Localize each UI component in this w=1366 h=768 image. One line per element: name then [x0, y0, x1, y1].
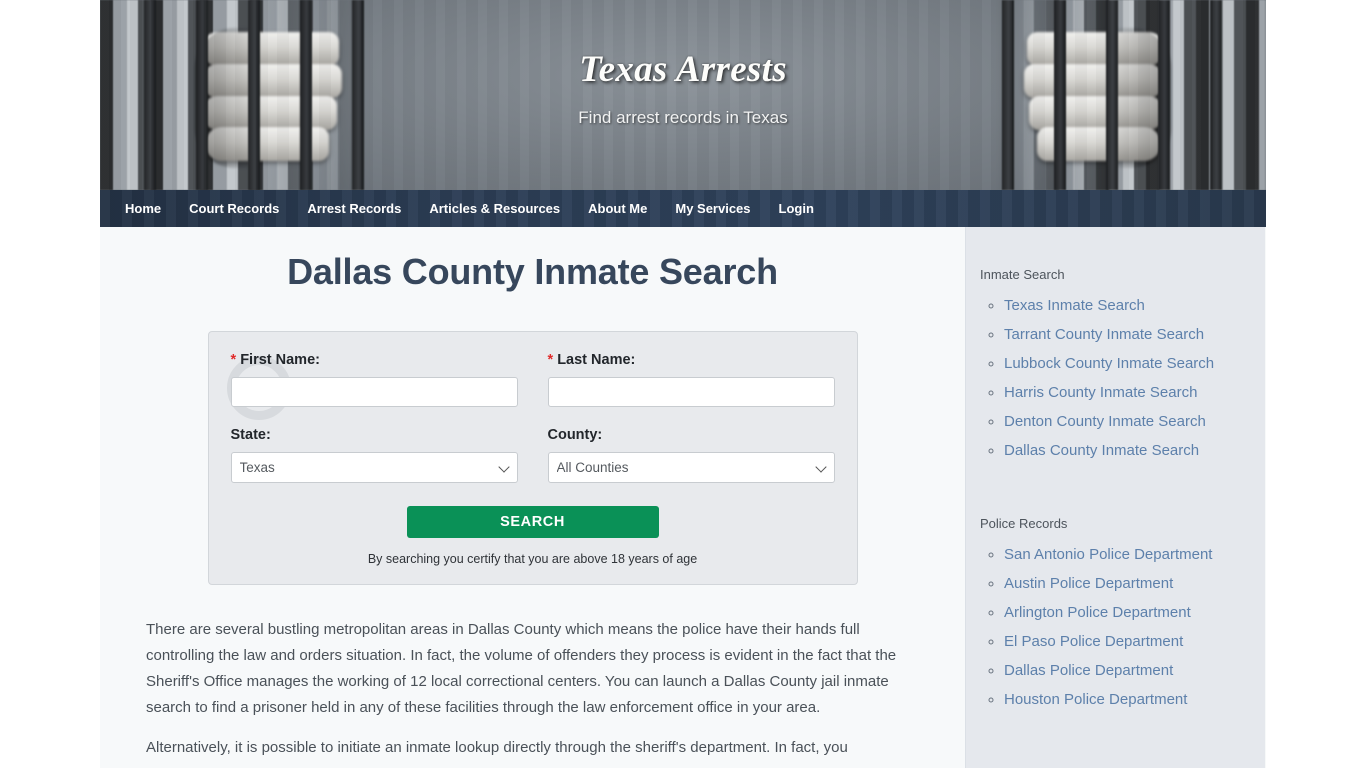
- inmate-search-form: * First Name: * Last Name: State: Texas …: [207, 331, 858, 585]
- list-item[interactable]: Dallas County Inmate Search: [1004, 439, 1251, 462]
- first-name-input[interactable]: [230, 377, 518, 407]
- nav-link-my-services[interactable]: My Services: [661, 190, 764, 227]
- nav-link-articles-resources[interactable]: Articles & Resources: [415, 190, 574, 227]
- page-container: Texas Arrests Find arrest records in Tex…: [100, 0, 1266, 768]
- sidebar-heading-inmate-search: Inmate Search: [980, 267, 1065, 282]
- main-navigation: Home Court Records Arrest Records Articl…: [100, 190, 1266, 227]
- nav-link-about-me[interactable]: About Me: [574, 190, 661, 227]
- list-item[interactable]: Lubbock County Inmate Search: [1004, 352, 1251, 375]
- list-item[interactable]: El Paso Police Department: [1004, 630, 1251, 653]
- sidebar-heading-police-records: Police Records: [980, 516, 1068, 531]
- sidebar-link-dallas-police-department[interactable]: Dallas Police Department: [1004, 662, 1173, 679]
- last-name-group: * Last Name:: [547, 352, 835, 407]
- body-wrapper: Dallas County Inmate Search * First Name…: [100, 227, 1266, 768]
- county-label: County:: [547, 427, 603, 443]
- name-fields-row: * First Name: * Last Name:: [230, 352, 835, 407]
- nav-link-home[interactable]: Home: [111, 190, 175, 227]
- nav-item-court-records[interactable]: Court Records: [175, 190, 293, 227]
- list-item[interactable]: Texas Inmate Search: [1004, 294, 1251, 317]
- last-name-label: * Last Name:: [548, 352, 835, 368]
- list-item[interactable]: Tarrant County Inmate Search: [1004, 323, 1251, 346]
- site-banner: Texas Arrests Find arrest records in Tex…: [100, 0, 1266, 190]
- list-item[interactable]: Harris County Inmate Search: [1004, 381, 1251, 404]
- list-item[interactable]: Dallas Police Department: [1004, 659, 1251, 682]
- article-body: There are several bustling metropolitan …: [100, 617, 965, 761]
- last-name-input[interactable]: [547, 377, 835, 407]
- nav-item-articles-resources[interactable]: Articles & Resources: [415, 190, 574, 227]
- nav-link-court-records[interactable]: Court Records: [175, 190, 293, 227]
- state-group: State: Texas: [230, 427, 518, 483]
- list-item[interactable]: Denton County Inmate Search: [1004, 410, 1251, 433]
- first-name-label-text: First Name:: [240, 352, 320, 368]
- submit-row: SEARCH: [231, 506, 835, 538]
- article-paragraph-1: There are several bustling metropolitan …: [146, 621, 897, 716]
- sidebar-link-san-antonio-police-department[interactable]: San Antonio Police Department: [1004, 546, 1212, 563]
- sidebar-link-tarrant-county-inmate-search[interactable]: Tarrant County Inmate Search: [1004, 326, 1204, 343]
- search-button[interactable]: SEARCH: [406, 506, 659, 538]
- last-name-label-text: Last Name:: [557, 352, 636, 368]
- list-item[interactable]: San Antonio Police Department: [1004, 543, 1251, 566]
- sidebar-list-inmate-search: Texas Inmate Search Tarrant County Inmat…: [980, 294, 1251, 462]
- sidebar-link-austin-police-department[interactable]: Austin Police Department: [1004, 575, 1173, 592]
- sidebar-link-lubbock-county-inmate-search[interactable]: Lubbock County Inmate Search: [1004, 355, 1214, 372]
- main-content: Dallas County Inmate Search * First Name…: [100, 227, 966, 768]
- sidebar-list-police-records: San Antonio Police Department Austin Pol…: [980, 543, 1251, 711]
- nav-item-arrest-records[interactable]: Arrest Records: [293, 190, 415, 227]
- nav-list: Home Court Records Arrest Records Articl…: [100, 190, 1266, 227]
- location-fields-row: State: Texas County: All Counties: [230, 427, 835, 483]
- sidebar-link-dallas-county-inmate-search[interactable]: Dallas County Inmate Search: [1004, 442, 1199, 459]
- state-select[interactable]: Texas: [230, 452, 518, 483]
- state-select-wrap: Texas: [230, 452, 518, 483]
- sidebar-link-harris-county-inmate-search[interactable]: Harris County Inmate Search: [1004, 384, 1197, 401]
- nav-item-my-services[interactable]: My Services: [661, 190, 764, 227]
- sidebar-link-arlington-police-department[interactable]: Arlington Police Department: [1004, 604, 1191, 621]
- article-paragraph-2: Alternatively, it is possible to initiat…: [146, 739, 848, 756]
- last-name-required-icon: *: [547, 352, 554, 368]
- page-title: Dallas County Inmate Search: [287, 251, 778, 292]
- sidebar-section-police-records: Police Records San Antonio Police Depart…: [966, 516, 1265, 711]
- age-disclaimer: By searching you certify that you are ab…: [367, 552, 698, 566]
- sidebar-link-denton-county-inmate-search[interactable]: Denton County Inmate Search: [1004, 413, 1206, 430]
- nav-item-login[interactable]: Login: [765, 190, 828, 227]
- nav-link-arrest-records[interactable]: Arrest Records: [293, 190, 415, 227]
- sidebar-link-el-paso-police-department[interactable]: El Paso Police Department: [1004, 633, 1183, 650]
- nav-link-login[interactable]: Login: [765, 190, 828, 227]
- sidebar: Inmate Search Texas Inmate Search Tarran…: [966, 227, 1265, 768]
- list-item[interactable]: Houston Police Department: [1004, 688, 1251, 711]
- nav-item-about-me[interactable]: About Me: [574, 190, 661, 227]
- county-select[interactable]: All Counties: [547, 452, 835, 483]
- list-item[interactable]: Arlington Police Department: [1004, 601, 1251, 624]
- sidebar-section-inmate-search: Inmate Search Texas Inmate Search Tarran…: [966, 267, 1265, 462]
- state-label: State:: [230, 427, 271, 443]
- list-item[interactable]: Austin Police Department: [1004, 572, 1251, 595]
- banner-text-block: Texas Arrests Find arrest records in Tex…: [100, 48, 1266, 128]
- site-tagline: Find arrest records in Texas: [578, 108, 788, 127]
- sidebar-link-texas-inmate-search[interactable]: Texas Inmate Search: [1004, 297, 1145, 314]
- first-name-label: * First Name:: [231, 352, 518, 368]
- county-select-wrap: All Counties: [547, 452, 835, 483]
- nav-item-home[interactable]: Home: [111, 190, 175, 227]
- first-name-required-icon: *: [230, 352, 237, 368]
- sidebar-link-houston-police-department[interactable]: Houston Police Department: [1004, 691, 1187, 708]
- first-name-group: * First Name:: [230, 352, 518, 407]
- county-group: County: All Counties: [547, 427, 835, 483]
- site-title: Texas Arrests: [579, 49, 787, 90]
